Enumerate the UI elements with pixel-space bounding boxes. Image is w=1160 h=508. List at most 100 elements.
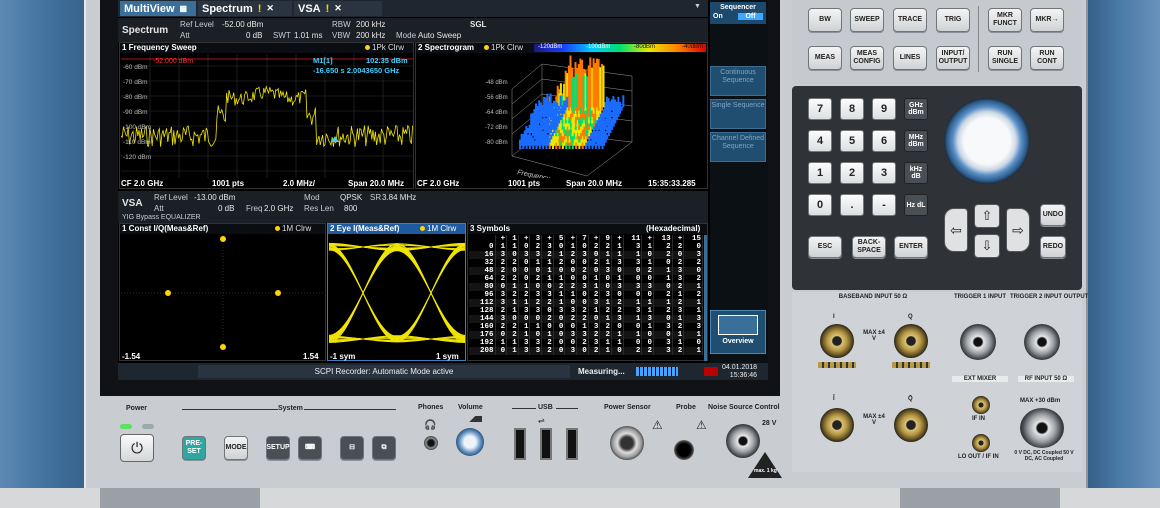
baseband-qbar-connector[interactable]	[894, 408, 928, 442]
arrow-up-button[interactable]: ⇧	[974, 204, 1000, 228]
symbol-cell: 3	[576, 251, 589, 259]
symbols-table-panel[interactable]: 3 Symbols (Hexadecimal) +1 +3 +5 +7 +9 +11 +13 +…	[467, 223, 708, 361]
numpad-key-5[interactable]: 5	[840, 130, 864, 152]
power-button[interactable]: ⏻	[120, 434, 154, 462]
enter-button[interactable]: ENTER	[894, 236, 928, 258]
numpad-key-3[interactable]: 3	[872, 162, 896, 184]
led-standby	[142, 424, 154, 429]
symbols-row-label: 128	[469, 307, 496, 315]
chevron-down-icon[interactable]: ▼	[694, 3, 701, 10]
function-key-mkr[interactable]: MKR→	[1030, 8, 1064, 32]
function-key-input-output[interactable]: INPUT/ OUTPUT	[936, 46, 970, 70]
trigger2-connector[interactable]	[1024, 324, 1060, 360]
symbol-cell: 3	[588, 323, 601, 331]
window-switch-button[interactable]: ⧉	[372, 436, 396, 460]
eye-xmin: -1 sym	[330, 352, 356, 361]
numpad-key-1[interactable]: 1	[808, 162, 832, 184]
overview-button[interactable]: Overview	[710, 310, 766, 354]
numpad-key-2[interactable]: 2	[840, 162, 864, 184]
tab-spectrum[interactable]: Spectrum! ✕	[198, 1, 292, 16]
usb-port-3[interactable]	[566, 428, 578, 460]
sequencer-panel[interactable]: Sequencer On Off	[710, 2, 766, 24]
single-sequence-button[interactable]: Single Sequence	[710, 99, 766, 129]
unit-key-khz[interactable]: kHz dB	[904, 162, 928, 184]
continuous-sequence-button[interactable]: Continuous Sequence	[710, 66, 766, 96]
eye-xmax: 1 sym	[436, 352, 459, 361]
baseband-i-connector[interactable]	[820, 324, 854, 358]
sequencer-toggle[interactable]: On Off	[713, 13, 763, 20]
function-key-trig[interactable]: TRIG	[936, 8, 970, 32]
arrow-left-button[interactable]: ⇦	[944, 208, 968, 252]
symbols-scrollbar[interactable]	[704, 235, 707, 361]
symbols-row-label: 48	[469, 267, 496, 275]
lo-out-connector[interactable]	[972, 434, 990, 452]
function-key-meas-config[interactable]: MEAS CONFIG	[850, 46, 884, 70]
frequency-sweep-diagram[interactable]: 1 Frequency Sweep 1Pk Clrw -60 dBm -70 dBm…	[119, 42, 414, 189]
symbol-cell: 2	[541, 347, 554, 355]
numpad-key-6[interactable]: 6	[872, 130, 896, 152]
rotary-knob[interactable]	[944, 98, 1030, 184]
numpad-key-0[interactable]: 0	[808, 194, 832, 216]
function-key-mkr-funct[interactable]: MKR FUNCT	[988, 8, 1022, 32]
scpi-recorder-status[interactable]: SCPI Recorder: Automatic Mode active	[198, 365, 570, 378]
marker-label: M1[1]	[313, 56, 333, 65]
function-key-sweep[interactable]: SWEEP	[850, 8, 884, 32]
undo-button[interactable]: UNDO	[1040, 204, 1066, 226]
esc-button[interactable]: ESC	[808, 236, 842, 258]
tab-vsa[interactable]: VSA! ✕	[294, 1, 382, 16]
baseband-q-connector[interactable]	[894, 324, 928, 358]
numpad-key-4[interactable]: 4	[808, 130, 832, 152]
baseband-ibar-connector[interactable]	[820, 408, 854, 442]
eye-plot[interactable]	[328, 235, 466, 351]
function-key-meas[interactable]: MEAS	[808, 46, 842, 70]
instrument-body: MultiView ▦ Spectrum! ✕ VSA! ✕ ▼ Spectrum R…	[0, 0, 1160, 508]
frequency-sweep-plot[interactable]: -60 dBm -70 dBm -80 dBm -90 dBm -100 dBm -110…	[120, 54, 413, 178]
volume-knob[interactable]	[456, 428, 484, 456]
close-icon[interactable]: ✕	[266, 3, 274, 14]
channel-defined-sequence-button[interactable]: Channel Defined Sequence	[710, 132, 766, 162]
spectrogram-diagram[interactable]: 2 Spectrogram 1Pk Clrw -120dBm -100dBm -80d…	[415, 42, 708, 189]
usb-port-2[interactable]	[540, 428, 552, 460]
unit-key-hz[interactable]: Hz dL	[904, 194, 928, 216]
trigger1-connector[interactable]	[960, 324, 996, 360]
symbol-cell: 2	[506, 275, 519, 283]
close-icon[interactable]: ✕	[334, 3, 342, 14]
function-key-lines[interactable]: LINES	[893, 46, 927, 70]
sequencer-on[interactable]: On	[713, 13, 738, 20]
phones-jack[interactable]	[424, 436, 438, 450]
sequencer-off[interactable]: Off	[738, 13, 763, 20]
colorbar-label: -40dBm	[682, 44, 704, 50]
arrow-right-button[interactable]: ⇨	[1006, 208, 1030, 252]
redo-button[interactable]: REDO	[1040, 236, 1066, 258]
unit-key-ghz[interactable]: GHz dBm	[904, 98, 928, 120]
eye-trace	[328, 244, 466, 342]
eye-diagram[interactable]: 2 Eye I(Meas&Ref) 1M Clrw -1 sym 1 sym	[327, 223, 466, 361]
symbol-cell: 3	[611, 315, 624, 323]
constellation-diagram[interactable]: 1 Const I/Q(Meas&Ref) 1M Clrw -1.54 1.54	[119, 223, 326, 361]
numpad-key-minus[interactable]: -	[872, 194, 896, 216]
function-key-bw[interactable]: BW	[808, 8, 842, 32]
backspace-button[interactable]: BACK- SPACE	[852, 236, 886, 258]
tab-multiview[interactable]: MultiView ▦	[120, 1, 196, 16]
function-key-trace[interactable]: TRACE	[893, 8, 927, 32]
preset-button[interactable]: PRE- SET	[182, 436, 206, 460]
keyboard-button[interactable]: ⌨	[298, 436, 322, 460]
usb-port-1[interactable]	[514, 428, 526, 460]
arrow-down-button[interactable]: ⇩	[974, 234, 1000, 258]
rf-input-connector[interactable]	[1020, 408, 1064, 448]
numpad-key-7[interactable]: 7	[808, 98, 832, 120]
if-in-connector[interactable]	[972, 396, 990, 414]
spectrogram-plot[interactable]: -48 dBm -56 dBm -64 dBm -72 dBm -80 dBm Freq…	[417, 54, 707, 183]
constellation-plot[interactable]	[121, 235, 325, 351]
unit-key-mhz[interactable]: MHz dBm	[904, 130, 928, 152]
numpad-key-9[interactable]: 9	[872, 98, 896, 120]
power-sensor-connector[interactable]	[610, 426, 644, 460]
numpad-key-dot[interactable]: .	[840, 194, 864, 216]
function-key-run-single[interactable]: RUN SINGLE	[988, 46, 1022, 70]
mode-button[interactable]: MODE	[224, 436, 248, 460]
setup-button[interactable]: SETUP	[266, 436, 290, 460]
numpad-key-8[interactable]: 8	[840, 98, 864, 120]
split-screen-button[interactable]: ⊟	[340, 436, 364, 460]
probe-connector[interactable]	[674, 440, 694, 460]
function-key-run-cont[interactable]: RUN CONT	[1030, 46, 1064, 70]
